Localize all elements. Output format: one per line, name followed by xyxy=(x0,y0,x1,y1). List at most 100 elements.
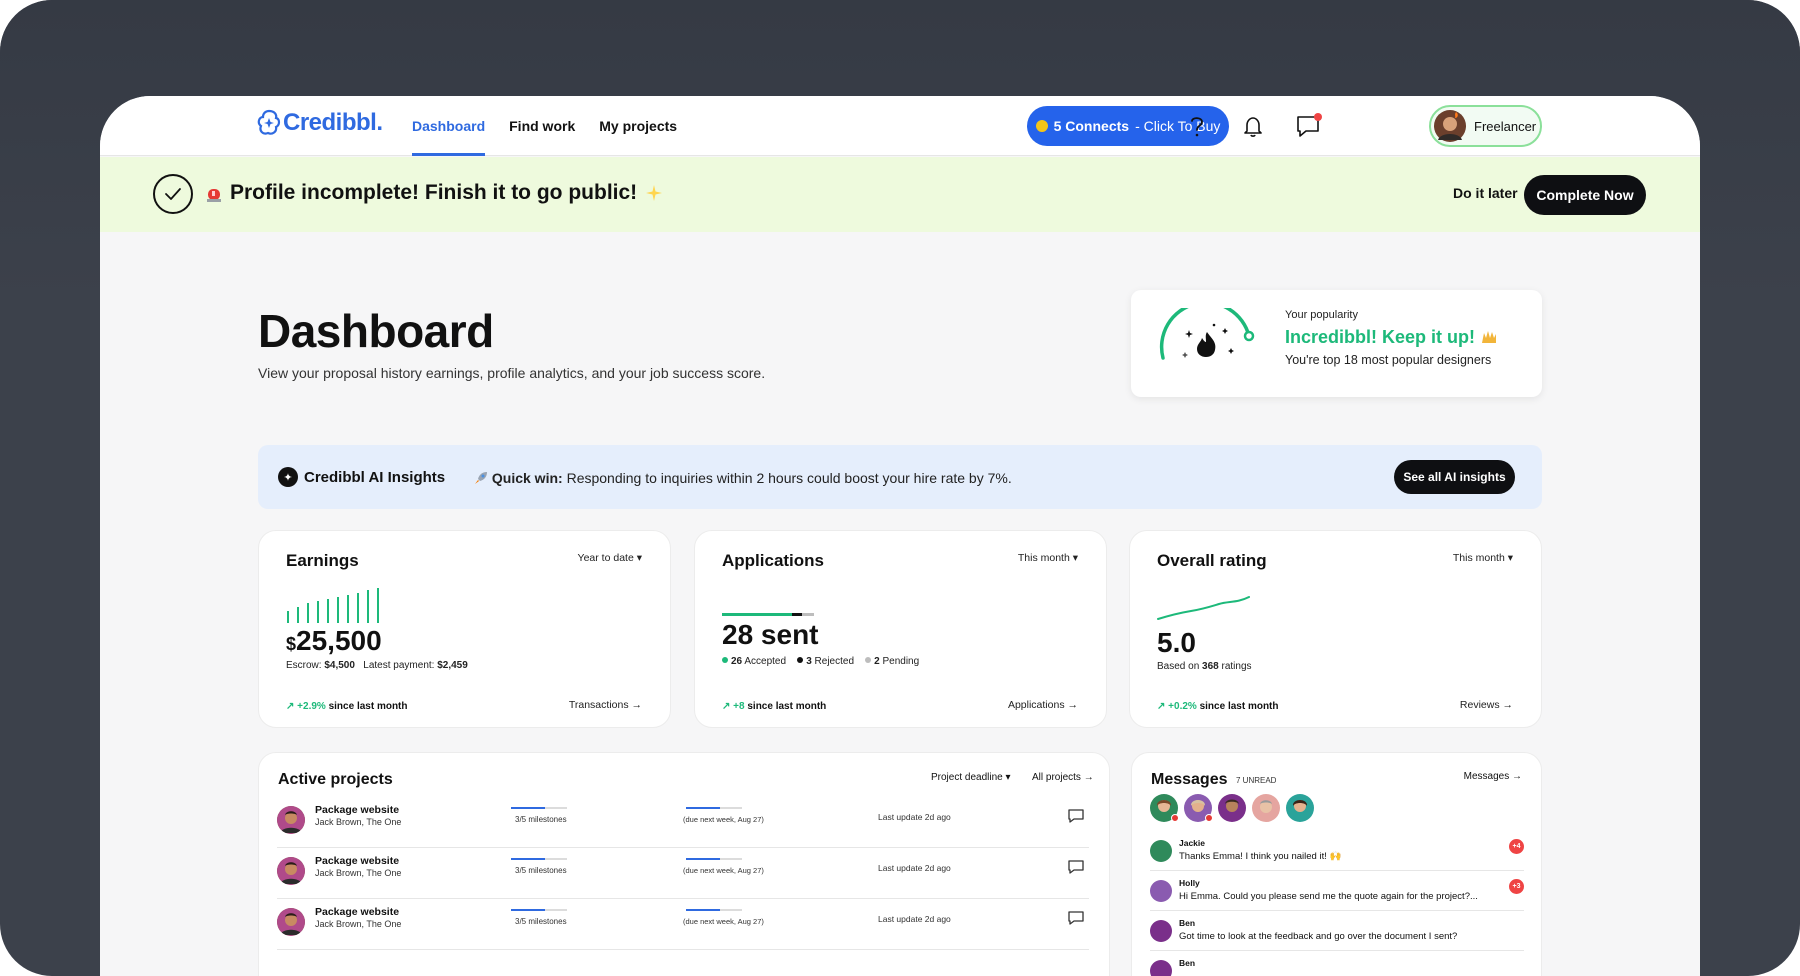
avatar[interactable] xyxy=(1218,794,1246,822)
last-update-text: Last update 2d ago xyxy=(878,812,951,822)
rating-card: Overall rating This month ▾ 5.0 Based on… xyxy=(1129,530,1542,728)
transactions-link[interactable]: Transactions → xyxy=(569,699,642,711)
logo[interactable]: Credibbl. xyxy=(257,109,383,137)
popularity-gauge-icon xyxy=(1159,308,1255,360)
connects-count: 5 Connects xyxy=(1053,118,1130,134)
message-row[interactable]: Ben xyxy=(1150,951,1524,976)
message-preview: Got time to look at the feedback and go … xyxy=(1179,931,1458,942)
messages-title: Messages xyxy=(1151,771,1228,788)
accepted-count: 26 xyxy=(731,656,743,667)
messages-link[interactable]: Messages → xyxy=(1464,771,1522,782)
project-row[interactable]: Package website Jack Brown, The One 3/5 … xyxy=(277,847,1089,899)
applications-sent: 28 sent xyxy=(722,619,819,650)
milestone-progress-bar xyxy=(511,858,567,860)
all-projects-link[interactable]: All projects → xyxy=(1032,772,1094,783)
nav-dashboard[interactable]: Dashboard xyxy=(412,96,486,156)
earnings-trend-text: since last month xyxy=(328,701,408,712)
pending-dot xyxy=(865,657,872,663)
message-sender: Ben xyxy=(1179,958,1196,968)
sparkle-icon: ✦ xyxy=(278,467,298,487)
milestones-text: 3/5 milestones xyxy=(515,917,567,926)
pending-segment xyxy=(802,613,814,616)
message-row[interactable]: Jackie Thanks Emma! I think you nailed i… xyxy=(1150,831,1524,871)
deadline-progress-bar xyxy=(686,807,742,809)
earnings-filter-dropdown[interactable]: Year to date ▾ xyxy=(578,552,642,564)
avatar[interactable] xyxy=(1150,794,1179,822)
applications-filter-dropdown[interactable]: This month ▾ xyxy=(1018,552,1078,564)
popularity-label: Your popularity xyxy=(1285,309,1358,321)
bell-icon[interactable] xyxy=(1237,110,1269,142)
avatar xyxy=(1150,880,1172,902)
milestone-progress-fill xyxy=(511,807,545,809)
avatar[interactable] xyxy=(1286,794,1314,822)
earnings-value: 25,500 xyxy=(296,625,382,656)
chat-icon[interactable] xyxy=(1067,808,1085,829)
arrow-right-icon: → xyxy=(1512,771,1522,782)
message-row[interactable]: Holly Hi Emma. Could you please send me … xyxy=(1150,871,1524,911)
siren-icon xyxy=(207,189,221,202)
applications-link[interactable]: Applications → xyxy=(1008,699,1078,711)
nav-my-projects[interactable]: My projects xyxy=(599,96,677,156)
trend-up-icon: ↗ xyxy=(286,701,295,712)
project-row[interactable]: Package website Jack Brown, The One 3/5 … xyxy=(277,898,1089,950)
page-title: Dashboard xyxy=(258,305,494,357)
project-row[interactable]: Package website Jack Brown, The One 3/5 … xyxy=(277,796,1089,848)
avatar xyxy=(1150,920,1172,942)
avatar[interactable] xyxy=(1252,794,1280,822)
rejected-label: Rejected xyxy=(814,656,854,667)
app-window: Credibbl. Dashboard Find work My project… xyxy=(100,96,1700,976)
help-icon[interactable] xyxy=(1181,110,1213,142)
project-client: Jack Brown, The One xyxy=(315,868,402,878)
complete-now-button[interactable]: Complete Now xyxy=(1524,175,1646,215)
online-dot xyxy=(1171,814,1179,822)
page-subtitle: View your proposal history earnings, pro… xyxy=(258,365,766,381)
profile-incomplete-banner: Profile incomplete! Finish it to go publ… xyxy=(100,157,1700,232)
insights-title: Credibbl AI Insights xyxy=(304,469,446,486)
do-it-later-button[interactable]: Do it later xyxy=(1453,185,1518,201)
earnings-details: Escrow: $4,500 Latest payment: $2,459 xyxy=(286,660,468,671)
banner-text: Profile incomplete! Finish it to go publ… xyxy=(230,181,638,204)
popularity-title: Incredibbl! Keep it up! xyxy=(1285,327,1498,348)
all-projects-label: All projects xyxy=(1032,772,1081,783)
message-preview: Thanks Emma! I think you nailed it! 🙌 xyxy=(1179,851,1342,862)
online-dot xyxy=(1205,814,1213,822)
chat-icon[interactable] xyxy=(1067,859,1085,880)
earnings-filter-label: Year to date xyxy=(577,552,634,564)
message-row[interactable]: Ben Got time to look at the feedback and… xyxy=(1150,911,1524,951)
earnings-trend: ↗ +2.9% since last month xyxy=(286,701,408,712)
rating-filter-dropdown[interactable]: This month ▾ xyxy=(1453,552,1513,564)
chat-icon[interactable] xyxy=(1067,910,1085,931)
see-all-insights-button[interactable]: See all AI insights xyxy=(1394,460,1515,494)
escrow-value: $4,500 xyxy=(324,660,355,671)
nav-find-work[interactable]: Find work xyxy=(509,96,575,156)
avatar xyxy=(1150,960,1172,976)
logo-icon xyxy=(257,109,281,135)
project-name: Package website xyxy=(315,855,400,867)
reviews-link[interactable]: Reviews → xyxy=(1460,699,1513,711)
rating-title: Overall rating xyxy=(1157,551,1267,570)
applications-progress-bar xyxy=(722,613,814,616)
earnings-title: Earnings xyxy=(286,551,359,570)
avatar[interactable] xyxy=(1184,794,1213,822)
chat-icon[interactable] xyxy=(1293,110,1325,142)
pending-count: 2 xyxy=(874,656,880,667)
rocket-icon xyxy=(475,472,487,484)
unread-badge: +3 xyxy=(1509,879,1524,894)
currency-symbol: $ xyxy=(286,634,297,654)
insights-lead: Quick win: xyxy=(491,470,563,486)
user-role: Freelancer xyxy=(1474,118,1537,134)
latest-payment-value: $2,459 xyxy=(437,660,468,671)
applications-filter-label: This month xyxy=(1017,552,1070,564)
message-sender: Ben xyxy=(1179,918,1196,928)
sparkle-icon xyxy=(646,185,663,201)
applications-trend: ↗ +8 since last month xyxy=(722,701,826,712)
project-deadline-dropdown[interactable]: Project deadline ▾ xyxy=(931,772,1011,783)
logo-text: Credibbl. xyxy=(283,109,383,136)
user-menu[interactable]: Freelancer xyxy=(1429,105,1542,147)
accepted-segment xyxy=(722,613,792,616)
trend-up-icon: ↗ xyxy=(722,701,731,712)
chevron-down-icon: ▾ xyxy=(1507,552,1513,564)
avatar xyxy=(277,806,305,834)
milestone-progress-bar xyxy=(511,909,567,911)
accepted-label: Accepted xyxy=(744,656,787,667)
